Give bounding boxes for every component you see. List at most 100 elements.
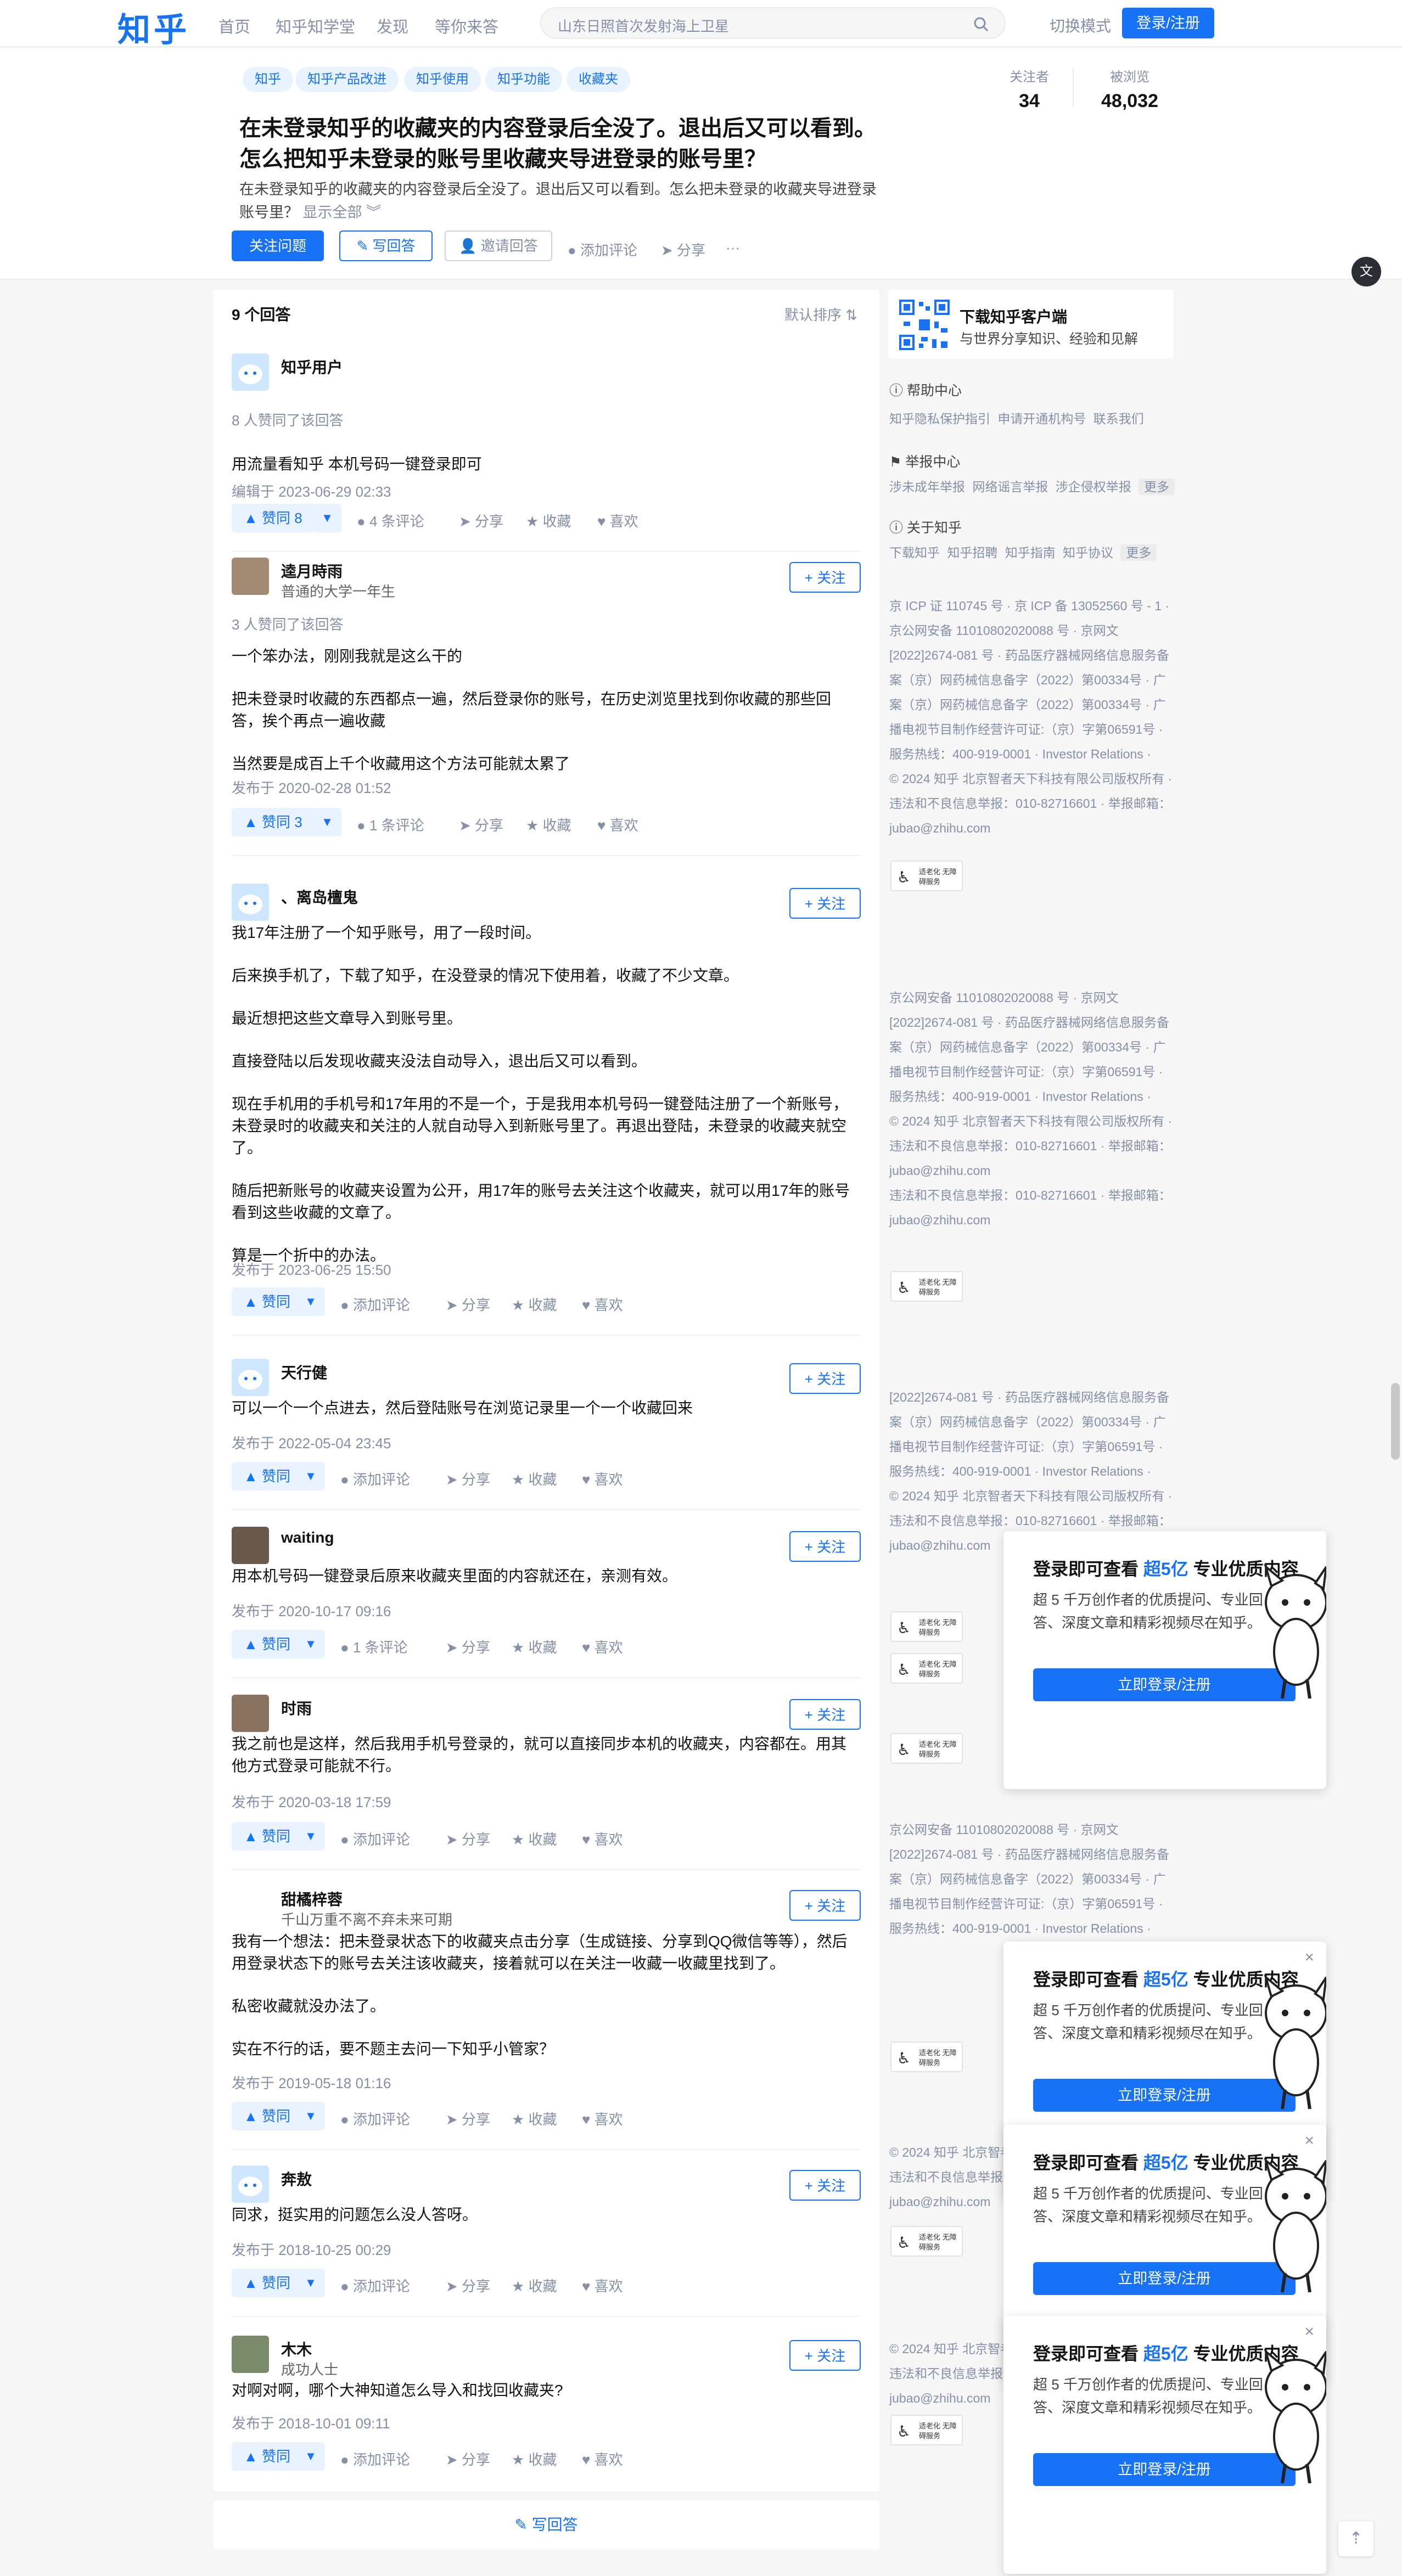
comment-button[interactable]: ● 添加评论 [340,2108,410,2129]
infringement-report-link[interactable]: 涉企侵权举报 [1056,480,1131,494]
show-all-link[interactable]: 显示全部 ︾ [303,204,382,221]
like-button[interactable]: ♥ 喜欢 [597,814,638,835]
topic-tag[interactable]: 知乎 [243,67,293,92]
follow-question-button[interactable]: 关注问题 [232,230,324,261]
write-answer-button[interactable]: ✎ 写回答 [339,230,433,261]
author-name[interactable]: 木木 [281,2338,312,2360]
close-icon[interactable]: × [1304,2322,1314,2341]
author-name[interactable]: 知乎用户 [281,356,343,378]
answer-date[interactable]: 发布于 2020-03-18 17:59 [232,1791,391,1812]
downvote-button[interactable]: ▼ [296,1630,325,1658]
topic-tag[interactable]: 知乎产品改进 [295,67,399,92]
share-button[interactable]: ➤ 分享 [661,239,705,260]
author-name[interactable]: 时雨 [281,1697,312,1719]
back-to-top-button[interactable]: ⇡ [1338,2521,1373,2556]
answer-date[interactable]: 发布于 2020-10-17 09:16 [232,1600,391,1621]
avatar[interactable] [232,2336,269,2373]
avatar[interactable] [232,1359,269,1396]
collect-button[interactable]: ★ 收藏 [512,1469,557,1489]
sort-dropdown[interactable]: 默认排序 ⇅ [784,304,857,324]
like-button[interactable]: ♥ 喜欢 [582,1829,623,1849]
topic-tag[interactable]: 知乎功能 [485,67,562,92]
avatar[interactable] [232,1695,269,1732]
accessibility-badge[interactable]: ♿ 适老化 无障碍服务 [890,1271,963,1302]
download-link[interactable]: 下载知乎 [889,545,940,560]
share-button[interactable]: ➤ 分享 [446,1829,490,1849]
guide-link[interactable]: 知乎指南 [1005,545,1056,560]
share-button[interactable]: ➤ 分享 [446,2275,490,2296]
follow-author-button[interactable]: + 关注 [789,1363,861,1394]
avatar[interactable] [232,558,269,595]
comment-button[interactable]: ● 添加评论 [340,2449,410,2469]
answer-date[interactable]: 发布于 2020-02-28 01:52 [232,777,391,797]
footer-line[interactable]: 服务热线：400-919-0001 · Investor Relations · [889,742,1186,767]
author-name[interactable]: 甜橘梓蓉 [281,1888,343,1910]
answer-date[interactable]: 发布于 2018-10-01 09:11 [232,2412,390,2433]
answer-date[interactable]: 发布于 2022-05-04 23:45 [232,1432,391,1453]
downvote-button[interactable]: ▼ [313,808,341,836]
upvote-button[interactable]: ▲ 赞同 8 [232,504,315,532]
close-icon[interactable]: × [1304,2131,1314,2150]
minor-report-link[interactable]: 涉未成年举报 [889,480,965,494]
answer-date[interactable]: 发布于 2018-10-25 00:29 [232,2239,391,2259]
topic-tag[interactable]: 知乎使用 [404,67,481,92]
collect-button[interactable]: ★ 收藏 [512,1636,557,1657]
switch-mode-link[interactable]: 切换模式 [1050,14,1111,36]
rumor-report-link[interactable]: 网络谣言举报 [972,480,1048,494]
follow-author-button[interactable]: + 关注 [789,562,861,593]
invite-answer-button[interactable]: 👤 邀请回答 [445,230,552,261]
topic-tag[interactable]: 收藏夹 [567,67,630,92]
like-button[interactable]: ♥ 喜欢 [582,1469,623,1489]
follow-author-button[interactable]: + 关注 [789,1890,861,1921]
downvote-button[interactable]: ▼ [296,2102,325,2130]
downvote-button[interactable]: ▼ [296,2442,325,2471]
nav-link-school[interactable]: 知乎知学堂 [276,14,355,37]
nav-link-discover[interactable]: 发现 [377,14,408,37]
accessibility-badge[interactable]: ♿ 适老化 无障碍服务 [890,1733,963,1764]
author-name[interactable]: 奔敖 [281,2168,312,2190]
accessibility-badge[interactable]: ♿ 适老化 无障碍服务 [890,860,963,891]
comment-button[interactable]: ● 添加评论 [340,1294,410,1314]
more-button[interactable]: ··· [726,239,740,256]
translate-icon[interactable]: 文 [1351,257,1381,286]
scrollbar-thumb[interactable] [1391,1383,1400,1460]
downvote-button[interactable]: ▼ [313,504,341,532]
avatar[interactable] [232,1886,269,1923]
jobs-link[interactable]: 知乎招聘 [947,545,997,560]
author-name[interactable]: 天行健 [281,1361,327,1383]
comment-button[interactable]: ● 添加评论 [340,2275,410,2296]
share-button[interactable]: ➤ 分享 [446,2449,490,2469]
upvote-button[interactable]: ▲ 赞同 [232,2269,302,2297]
avatar[interactable] [232,884,269,921]
search-input[interactable]: 山东日照首次发射海上卫星 [558,15,729,36]
privacy-link[interactable]: 知乎隐私保护指引 [889,412,990,426]
downvote-button[interactable]: ▼ [296,1462,325,1491]
collect-button[interactable]: ★ 收藏 [512,2108,557,2129]
contact-link[interactable]: 联系我们 [1093,412,1144,426]
collect-button[interactable]: ★ 收藏 [512,1829,557,1849]
answer-date[interactable]: 编辑于 2023-06-29 02:33 [232,481,391,501]
zhihu-logo[interactable]: 知乎 [117,3,190,51]
share-button[interactable]: ➤ 分享 [446,2108,490,2129]
downvote-button[interactable]: ▼ [296,1822,325,1851]
accessibility-badge[interactable]: ♿ 适老化 无障碍服务 [890,2041,963,2072]
answer-date[interactable]: 发布于 2023-06-25 15:50 [232,1259,391,1279]
comment-button[interactable]: ● 4 条评论 [357,510,424,531]
upvote-button[interactable]: ▲ 赞同 [232,1462,302,1491]
app-download-card[interactable]: 下载知乎客户端 与世界分享知识、经验和见解 [888,290,1174,359]
share-button[interactable]: ➤ 分享 [459,814,503,835]
follow-author-button[interactable]: + 关注 [789,2170,861,2201]
more-tag[interactable]: 更多 [1120,544,1157,561]
share-button[interactable]: ➤ 分享 [446,1469,490,1489]
nav-link-waiting[interactable]: 等你来答 [435,14,498,37]
upvote-button[interactable]: ▲ 赞同 [232,2442,302,2471]
avatar[interactable] [232,1527,269,1564]
collect-button[interactable]: ★ 收藏 [512,1294,557,1314]
collect-button[interactable]: ★ 收藏 [512,2449,557,2469]
accessibility-badge[interactable]: ♿ 适老化 无障碍服务 [890,2226,963,2257]
follow-author-button[interactable]: + 关注 [789,1699,861,1730]
share-button[interactable]: ➤ 分享 [446,1294,490,1314]
downvote-button[interactable]: ▼ [296,2269,325,2297]
author-name[interactable]: waiting [281,1529,334,1546]
collect-button[interactable]: ★ 收藏 [526,814,571,835]
